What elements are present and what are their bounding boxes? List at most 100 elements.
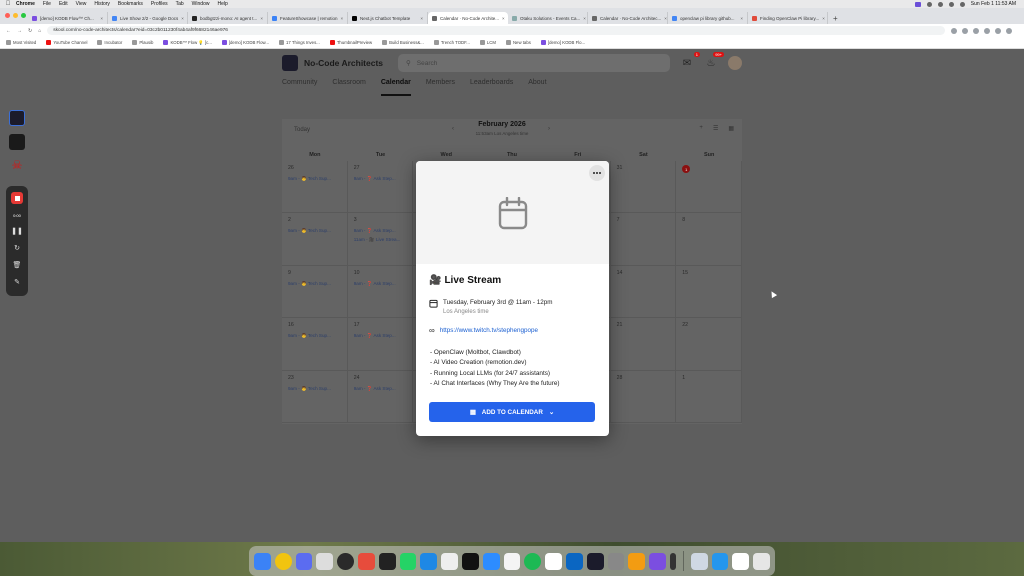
browser-tab[interactable]: Otaku Solutions - Events Ca... ×	[508, 12, 588, 24]
bookmark-item[interactable]: LCM	[479, 40, 496, 45]
bell-icon[interactable]: ♨ 99+	[704, 52, 724, 70]
bookmark-item[interactable]: Build Business&...	[382, 40, 424, 45]
close-icon[interactable]: ×	[420, 16, 423, 21]
menu-edit[interactable]: Edit	[59, 1, 68, 7]
browser-tab[interactable]: Live Show 2/2 - Google Docs ×	[108, 12, 188, 24]
docker-icon[interactable]	[711, 552, 729, 570]
minimize-window-button[interactable]	[13, 13, 18, 18]
apple-icon[interactable]: 	[0, 1, 16, 7]
app-icon[interactable]	[9, 110, 25, 126]
terminal-icon[interactable]	[9, 134, 25, 150]
menu-tab[interactable]: Tab	[176, 1, 184, 7]
tab-members[interactable]: Members	[426, 79, 455, 96]
browser-tab[interactable]: bodbgtzzi-mono: AI agent t... ×	[188, 12, 268, 24]
home-icon[interactable]: ⌂	[38, 28, 41, 34]
avatar[interactable]	[728, 56, 742, 70]
menu-bookmarks[interactable]: Bookmarks	[118, 1, 143, 7]
event-link[interactable]: https://www.twitch.tv/stephengpope	[440, 327, 538, 334]
search-icon[interactable]	[959, 1, 965, 7]
app-icon[interactable]	[628, 552, 646, 570]
browser-tab[interactable]: Calendar · No-Code Architec... ×	[588, 12, 668, 24]
whatsapp-icon[interactable]	[399, 552, 417, 570]
bug-icon[interactable]: ☠	[9, 158, 25, 174]
close-icon[interactable]: ×	[181, 16, 184, 21]
calendar-day-cell[interactable]: 23 9am - 👨 Tech Sup...	[282, 370, 348, 423]
bookmark-item[interactable]: Trench TODF...	[433, 40, 470, 45]
calendar-event[interactable]: 9am - 👨 Tech Sup...	[288, 333, 341, 339]
more-options-button[interactable]	[589, 165, 605, 181]
extension-icon[interactable]	[984, 27, 990, 34]
trash-icon[interactable]	[753, 552, 771, 570]
calendar-day-cell[interactable]: 1	[676, 161, 742, 214]
tab-classroom[interactable]: Classroom	[332, 79, 365, 96]
extension-icon[interactable]	[962, 27, 968, 34]
menu-app-name[interactable]: Chrome	[16, 1, 35, 7]
add-event-icon[interactable]: +	[699, 125, 703, 132]
extension-icon[interactable]	[973, 27, 979, 34]
app-icon[interactable]	[586, 552, 604, 570]
bookmark-item[interactable]: Incubator	[97, 40, 122, 45]
browser-tab[interactable]: openclaw pi library github... ×	[668, 12, 748, 24]
close-icon[interactable]: ×	[822, 16, 825, 21]
status-icon[interactable]	[937, 1, 943, 7]
bookmark-item[interactable]: [demo] KODB Flow...	[221, 40, 269, 45]
terminal-icon[interactable]	[461, 552, 479, 570]
today-button[interactable]: Today	[294, 127, 310, 133]
calendar-day-cell[interactable]: 3 9am - ❓ Ask Step... 11am - 🎥 Live Strea.…	[347, 213, 414, 266]
bookmark-item[interactable]: New tabs	[505, 40, 531, 45]
calendar-day-cell[interactable]: 26 9am - 👨 Tech Sup...	[282, 161, 348, 214]
spotify-icon[interactable]	[524, 552, 542, 570]
calendar-day-cell[interactable]: 24 9am - ❓ Ask Step...	[347, 370, 414, 423]
browser-tab[interactable]: FeatureShowcase | remotion ×	[268, 12, 348, 24]
vscode-icon[interactable]	[420, 552, 438, 570]
status-icon[interactable]	[926, 1, 932, 7]
notion-icon[interactable]	[732, 552, 750, 570]
calendar-day-cell[interactable]: 16 9am - 👨 Tech Sup...	[282, 318, 348, 371]
bookmark-item[interactable]: KODB™ Flow 💡 [c...	[163, 40, 212, 46]
browser-tab[interactable]: Finding OpenClaw Pi library... ×	[748, 12, 828, 24]
new-tab-button[interactable]: +	[828, 12, 843, 24]
calendar-day-cell[interactable]: 31	[610, 161, 677, 214]
menu-dots-icon[interactable]	[1006, 27, 1012, 34]
address-bar[interactable]: skool.com/no-code-architects/calendar?ei…	[47, 26, 945, 35]
browser-tab[interactable]: [demo] KODB Flow™ Ch... ×	[28, 12, 108, 24]
app-icon[interactable]	[690, 552, 708, 570]
bookmark-item[interactable]: YouTube Channel	[46, 40, 87, 45]
tab-about[interactable]: About	[528, 79, 546, 96]
calendar-day-cell[interactable]: 15	[676, 265, 742, 319]
calendar-day-cell[interactable]: 28	[610, 370, 677, 423]
bookmark-item[interactable]: Most Visited	[6, 40, 36, 45]
app-icon[interactable]	[337, 552, 354, 570]
menu-help[interactable]: Help	[217, 1, 227, 7]
group-name[interactable]: No-Code Architects	[304, 58, 383, 68]
close-icon[interactable]: ×	[340, 16, 343, 21]
finder-icon[interactable]	[254, 552, 271, 570]
restart-icon[interactable]: ↻	[14, 244, 20, 252]
zoom-window-button[interactable]	[21, 13, 26, 18]
app-icon[interactable]	[649, 552, 666, 570]
calendar-event[interactable]: 9am - ❓ Ask Step...	[354, 281, 407, 287]
next-month-icon[interactable]: ›	[548, 126, 550, 132]
menu-file[interactable]: File	[43, 1, 51, 7]
draw-icon[interactable]: ✎	[14, 278, 20, 286]
calendar-day-cell[interactable]: 27 9am - ❓ Ask Step...	[347, 161, 414, 214]
calendar-event[interactable]: 9am - ❓ Ask Step...	[354, 176, 407, 182]
pause-icon[interactable]: ❚❚	[11, 227, 23, 235]
close-window-button[interactable]	[5, 13, 10, 18]
calendar-day-cell[interactable]: 10 9am - ❓ Ask Step...	[347, 265, 414, 319]
bookmark-item[interactable]: Plausib	[132, 40, 153, 45]
calendar-day-cell[interactable]: 9 9am - 👨 Tech Sup...	[282, 265, 348, 319]
search-bar[interactable]: ⚲ Search	[398, 54, 670, 72]
wifi-icon[interactable]	[948, 1, 954, 7]
slack-icon[interactable]	[503, 552, 521, 570]
chat-icon[interactable]: ✉ 1	[680, 52, 700, 70]
calendar-day-cell[interactable]: 8	[676, 213, 742, 266]
calendar-event[interactable]: 9am - ❓ Ask Step...	[354, 333, 407, 339]
close-icon[interactable]: ×	[502, 16, 505, 21]
menu-history[interactable]: History	[94, 1, 110, 7]
calendar-event[interactable]: 9am - ❓ Ask Step...	[354, 386, 407, 392]
calendar-day-cell[interactable]: 1	[676, 370, 742, 423]
menu-profiles[interactable]: Profiles	[151, 1, 168, 7]
prev-month-icon[interactable]: ‹	[452, 126, 454, 132]
app-icon[interactable]	[441, 552, 458, 570]
